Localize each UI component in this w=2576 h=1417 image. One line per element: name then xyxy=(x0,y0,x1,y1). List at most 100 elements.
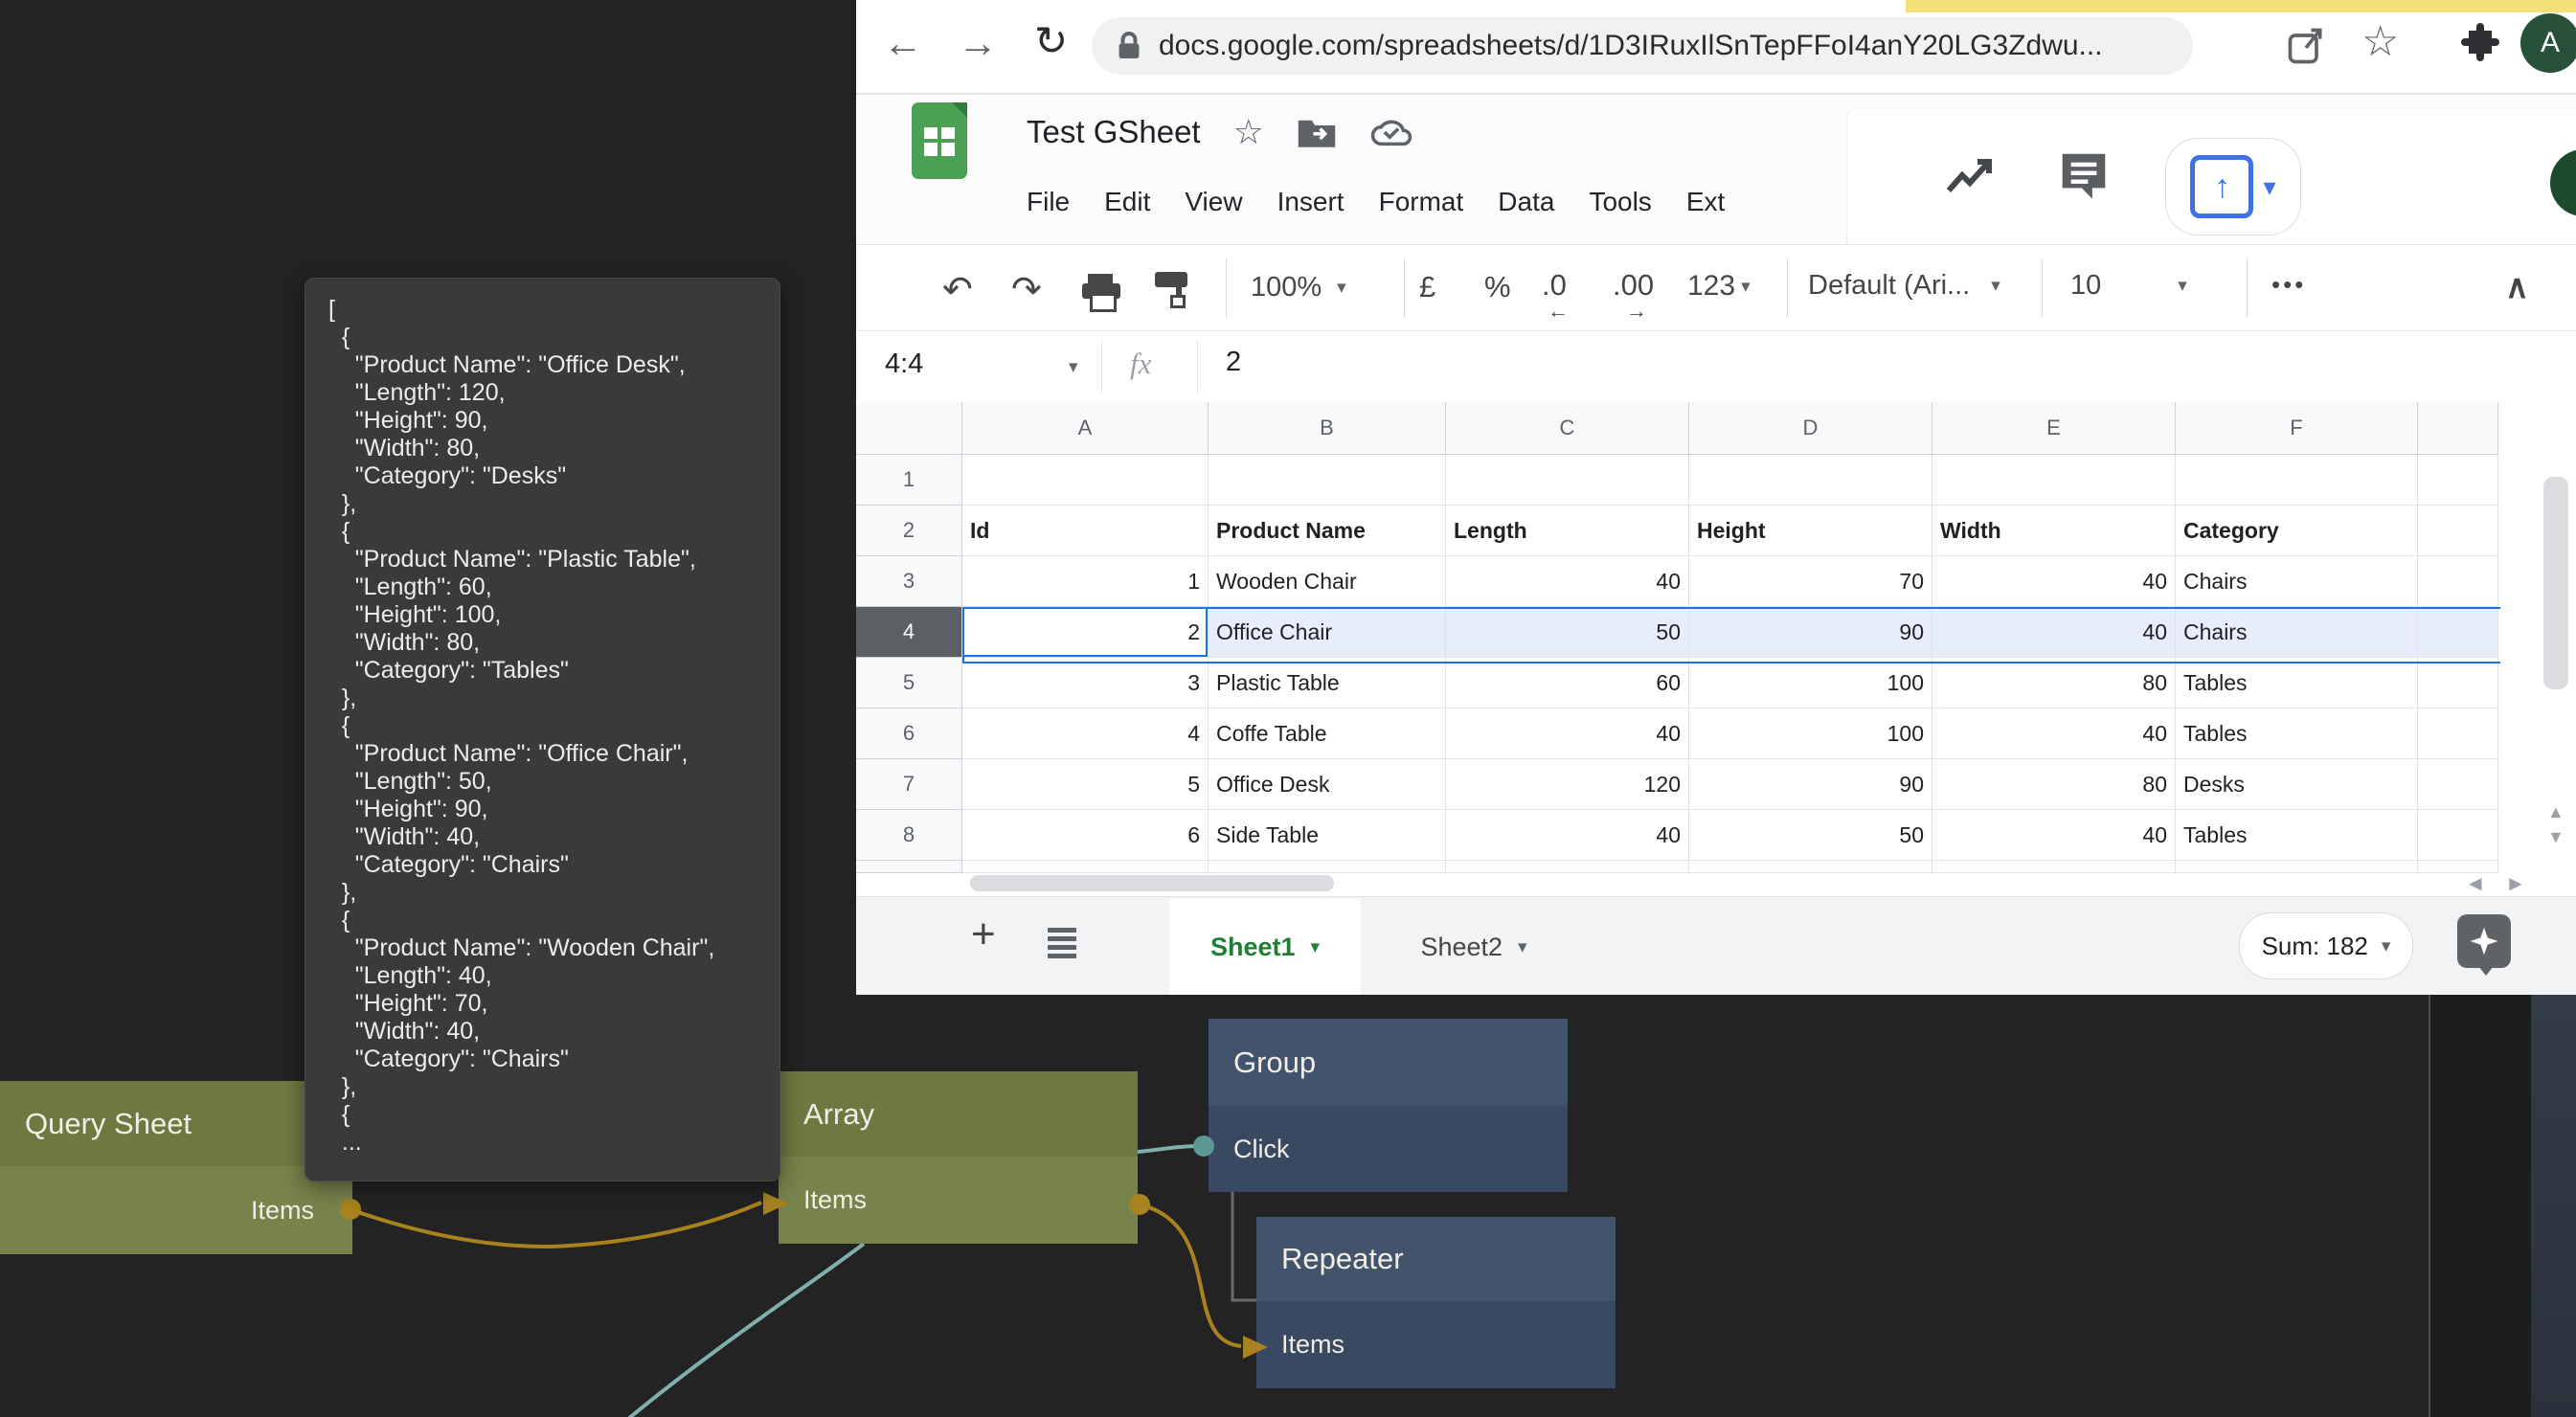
present-caret-icon[interactable]: ▾ xyxy=(2263,172,2275,202)
vscroll-down-button[interactable]: ▼ xyxy=(2547,827,2565,847)
menu-insert[interactable]: Insert xyxy=(1277,187,1344,217)
cell-B2[interactable]: Product Name xyxy=(1209,506,1446,556)
node-array-title[interactable]: Array xyxy=(779,1071,1138,1157)
array-items-output-port[interactable] xyxy=(1129,1194,1150,1215)
cell-D9[interactable] xyxy=(1689,861,1932,873)
tab-sheet1-caret-icon[interactable]: ▾ xyxy=(1311,936,1321,958)
increase-decimal-button[interactable]: .00 xyxy=(1613,268,1654,303)
cell-D4[interactable]: 90 xyxy=(1689,607,1932,658)
cell-C7[interactable]: 120 xyxy=(1446,759,1689,810)
cell-A4-active[interactable]: 2 xyxy=(962,607,1209,658)
redo-button[interactable]: ↷ xyxy=(1011,268,1042,311)
cell-F1[interactable] xyxy=(2176,455,2418,506)
node-group[interactable]: Group Click xyxy=(1209,1019,1568,1192)
cell-B7[interactable]: Office Desk xyxy=(1209,759,1446,810)
explore-button[interactable] xyxy=(2457,914,2511,968)
cell-D8[interactable]: 50 xyxy=(1689,810,1932,861)
cell-C3[interactable]: 40 xyxy=(1446,556,1689,607)
query-items-output-port[interactable] xyxy=(340,1199,361,1220)
cell-E6[interactable]: 40 xyxy=(1932,708,2176,759)
cell-A2[interactable]: Id xyxy=(962,506,1209,556)
back-button[interactable]: ← xyxy=(883,23,923,63)
cell-G9[interactable] xyxy=(2418,861,2498,873)
bookmark-star-icon[interactable]: ☆ xyxy=(2361,21,2399,63)
cell-D7[interactable]: 90 xyxy=(1689,759,1932,810)
group-click-input-port[interactable] xyxy=(1193,1136,1214,1157)
node-editor-canvas[interactable]: Query Sheet Items Array Items Group Clic… xyxy=(0,0,2576,1417)
extensions-puzzle-icon[interactable] xyxy=(2457,21,2503,67)
column-header-D[interactable]: D xyxy=(1689,402,1932,455)
cell-G3[interactable] xyxy=(2418,556,2498,607)
tab-sheet2[interactable]: Sheet2 ▾ xyxy=(1392,899,1555,995)
cell-D2[interactable]: Height xyxy=(1689,506,1932,556)
cell-C8[interactable]: 40 xyxy=(1446,810,1689,861)
cell-B4[interactable]: Office Chair xyxy=(1209,607,1446,658)
grid-corner[interactable] xyxy=(856,402,962,455)
row-header-2[interactable]: 2 xyxy=(856,506,962,556)
row-header-6[interactable]: 6 xyxy=(856,708,962,759)
column-header-E[interactable]: E xyxy=(1932,402,2176,455)
cell-A1[interactable] xyxy=(962,455,1209,506)
column-header-A[interactable]: A xyxy=(962,402,1209,455)
vertical-scrollbar[interactable] xyxy=(2543,477,2568,689)
node-repeater[interactable]: Repeater Items xyxy=(1256,1217,1616,1388)
cell-E9[interactable] xyxy=(1932,861,2176,873)
cell-C5[interactable]: 60 xyxy=(1446,658,1689,708)
zoom-select[interactable]: 100%▾ xyxy=(1251,272,1346,304)
row-header-4[interactable]: 4 xyxy=(856,607,962,658)
number-format-button[interactable]: 123▾ xyxy=(1687,270,1751,303)
cell-B3[interactable]: Wooden Chair xyxy=(1209,556,1446,607)
sheets-logo[interactable] xyxy=(912,102,967,179)
node-repeater-title[interactable]: Repeater xyxy=(1256,1217,1616,1301)
cell-F9[interactable] xyxy=(2176,861,2418,873)
cell-B5[interactable]: Plastic Table xyxy=(1209,658,1446,708)
menu-data[interactable]: Data xyxy=(1498,187,1554,217)
menu-file[interactable]: File xyxy=(1027,187,1070,217)
collapse-toolbar-button[interactable]: ∧ xyxy=(2505,268,2529,306)
formula-input[interactable]: 2 xyxy=(1226,347,1241,378)
cell-C4[interactable]: 50 xyxy=(1446,607,1689,658)
menu-tools[interactable]: Tools xyxy=(1589,187,1651,217)
node-group-title[interactable]: Group xyxy=(1209,1019,1568,1106)
cell-A8[interactable]: 6 xyxy=(962,810,1209,861)
more-toolbar-button[interactable]: ••• xyxy=(2271,270,2306,300)
menu-view[interactable]: View xyxy=(1185,187,1242,217)
cell-G2[interactable] xyxy=(2418,506,2498,556)
cell-C6[interactable]: 40 xyxy=(1446,708,1689,759)
url-text[interactable]: docs.google.com/spreadsheets/d/1D3IRuxIl… xyxy=(1159,30,2103,62)
column-header-F[interactable]: F xyxy=(2176,402,2418,455)
cell-G5[interactable] xyxy=(2418,658,2498,708)
format-currency-button[interactable]: £ xyxy=(1419,270,1435,304)
cell-B6[interactable]: Coffe Table xyxy=(1209,708,1446,759)
repeater-items-input-port[interactable] xyxy=(1243,1336,1268,1359)
menu-format[interactable]: Format xyxy=(1379,187,1464,217)
cell-E3[interactable]: 40 xyxy=(1932,556,2176,607)
print-button[interactable] xyxy=(1082,274,1120,306)
cell-E1[interactable] xyxy=(1932,455,2176,506)
cell-A5[interactable]: 3 xyxy=(962,658,1209,708)
array-items-input-port[interactable] xyxy=(763,1192,788,1215)
cell-A3[interactable]: 1 xyxy=(962,556,1209,607)
cell-E8[interactable]: 40 xyxy=(1932,810,2176,861)
move-folder-icon[interactable] xyxy=(1297,114,1337,150)
column-header-C[interactable]: C xyxy=(1446,402,1689,455)
cell-G4[interactable] xyxy=(2418,607,2498,658)
font-family-select[interactable]: Default (Ari...▾ xyxy=(1808,270,2000,302)
cell-G1[interactable] xyxy=(2418,455,2498,506)
cell-C2[interactable]: Length xyxy=(1446,506,1689,556)
tab-sheet2-caret-icon[interactable]: ▾ xyxy=(1518,936,1527,958)
node-array[interactable]: Array Items xyxy=(779,1071,1138,1244)
scroll-right-button[interactable]: ► xyxy=(2505,871,2526,896)
add-sheet-button[interactable]: + xyxy=(971,911,996,958)
star-document-icon[interactable]: ☆ xyxy=(1233,112,1264,152)
cell-C1[interactable] xyxy=(1446,455,1689,506)
cell-F3[interactable]: Chairs xyxy=(2176,556,2418,607)
trend-history-icon[interactable] xyxy=(1943,152,1997,202)
cell-F5[interactable]: Tables xyxy=(2176,658,2418,708)
forward-button[interactable]: → xyxy=(958,23,998,63)
cell-E5[interactable]: 80 xyxy=(1932,658,2176,708)
cell-E7[interactable]: 80 xyxy=(1932,759,2176,810)
column-header-partial[interactable] xyxy=(2418,402,2498,455)
horizontal-scrollbar[interactable] xyxy=(970,875,1334,891)
font-size-select[interactable]: 10▾ xyxy=(2070,270,2187,302)
